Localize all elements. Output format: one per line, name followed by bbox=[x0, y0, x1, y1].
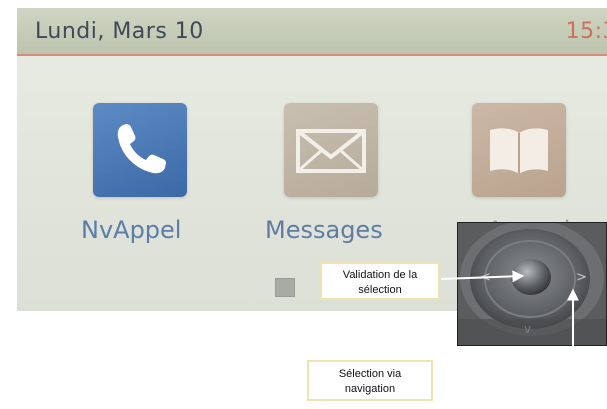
validation-arrow bbox=[440, 270, 525, 283]
navigation-arrow bbox=[433, 288, 579, 381]
callout-arrows bbox=[433, 270, 579, 381]
